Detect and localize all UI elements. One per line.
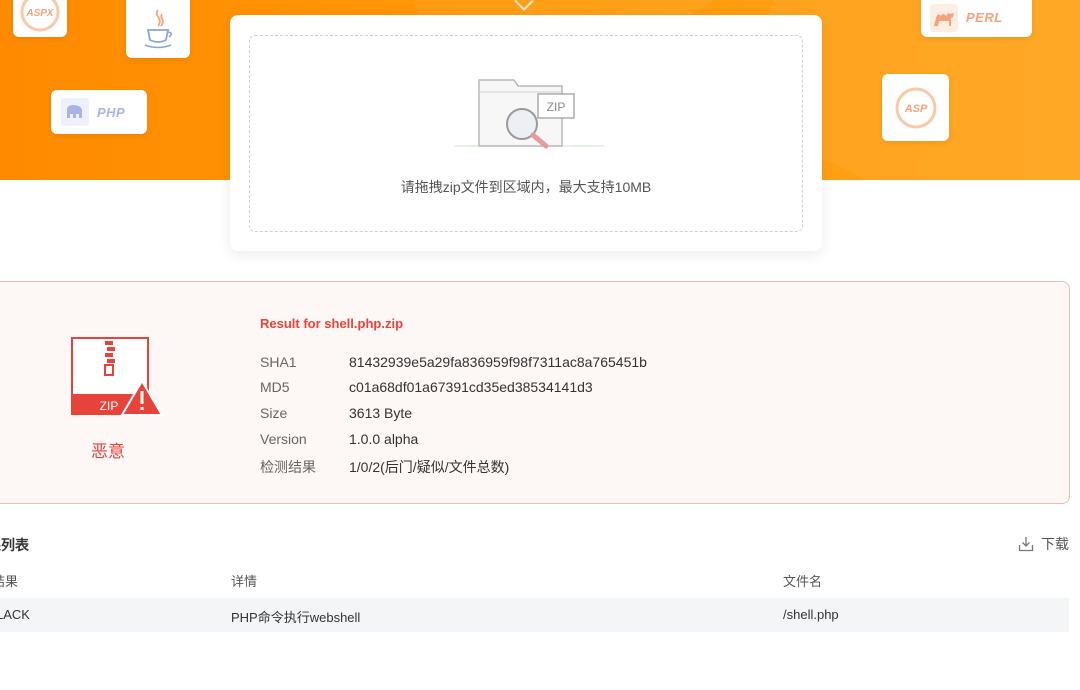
- perl-tile: PERL: [921, 0, 1032, 37]
- field-key: Version: [260, 431, 307, 447]
- download-button[interactable]: 下载: [1018, 534, 1069, 554]
- cell-filename: /shell.php: [783, 607, 839, 622]
- aspx-label: ASPX: [25, 8, 55, 19]
- field-value: 1.0.0 alpha: [349, 431, 419, 447]
- field-value: 3613 Byte: [349, 405, 413, 421]
- camel-icon: [930, 3, 958, 32]
- column-header-detail: 详情: [231, 574, 258, 589]
- verdict-label: 恶意: [91, 442, 125, 461]
- zip-dropzone[interactable]: ZIP 请拖拽zip文件到区域内，最大支持10MB: [249, 35, 803, 232]
- zip-badge-label: ZIP: [547, 100, 566, 114]
- asp-logo-icon: ASP: [895, 87, 936, 128]
- perl-label: PERL: [966, 10, 1003, 25]
- aspx-logo-icon: ASPX: [20, 0, 60, 31]
- field-key: 检测结果: [260, 459, 316, 475]
- result-title: Result for shell.php.zip: [260, 316, 404, 331]
- result-list-title: 果列表: [0, 537, 29, 553]
- field-key: Size: [260, 405, 288, 421]
- cell-detail: PHP命令执行webshell: [231, 610, 361, 625]
- sha1-row: SHA1 81432939e5a29fa836959f98f7311ac8a765…: [260, 354, 647, 370]
- detection-row: 检测结果 1/0/2(后门/疑似/文件总数): [260, 457, 509, 477]
- size-row: Size 3613 Byte: [260, 405, 412, 421]
- malicious-zip-file-icon: ZIP: [71, 337, 163, 416]
- cell-result: LACK: [0, 607, 30, 622]
- field-value: c01a68df01a67391cd35ed38534141d3: [349, 379, 593, 395]
- column-header-result: 结果: [0, 574, 19, 589]
- php-tile: PHP: [51, 90, 147, 134]
- field-key: MD5: [260, 379, 290, 395]
- column-header-filename: 文件名: [783, 574, 823, 589]
- java-tile: [126, 0, 190, 58]
- md5-row: MD5 c01a68df01a67391cd35ed38534141d3: [260, 379, 593, 395]
- elephant-icon: [61, 98, 89, 126]
- file-type-badge: ZIP: [100, 399, 119, 413]
- php-label: PHP: [97, 104, 126, 120]
- dropzone-hint: 请拖拽zip文件到区域内，最大支持10MB: [400, 179, 652, 195]
- field-value: 81432939e5a29fa836959f98f7311ac8a765451b: [349, 354, 647, 370]
- download-label: 下载: [1041, 536, 1069, 552]
- download-icon: [1018, 537, 1034, 552]
- aspx-tile: ASPX: [13, 0, 67, 37]
- upload-card: ZIP 请拖拽zip文件到区域内，最大支持10MB: [230, 15, 822, 251]
- table-row[interactable]: [0, 598, 1069, 632]
- java-cup-icon: [144, 9, 173, 49]
- asp-tile: ASP: [882, 74, 949, 141]
- field-key: SHA1: [260, 354, 297, 370]
- version-row: Version 1.0.0 alpha: [260, 431, 418, 447]
- result-card: ZIP 恶意 Result for shell.php.zip SHA1 8143…: [0, 281, 1070, 504]
- asp-label: ASP: [903, 103, 927, 115]
- field-value: 1/0/2(后门/疑似/文件总数): [349, 459, 510, 475]
- zip-search-illustration-icon: ZIP: [454, 79, 604, 149]
